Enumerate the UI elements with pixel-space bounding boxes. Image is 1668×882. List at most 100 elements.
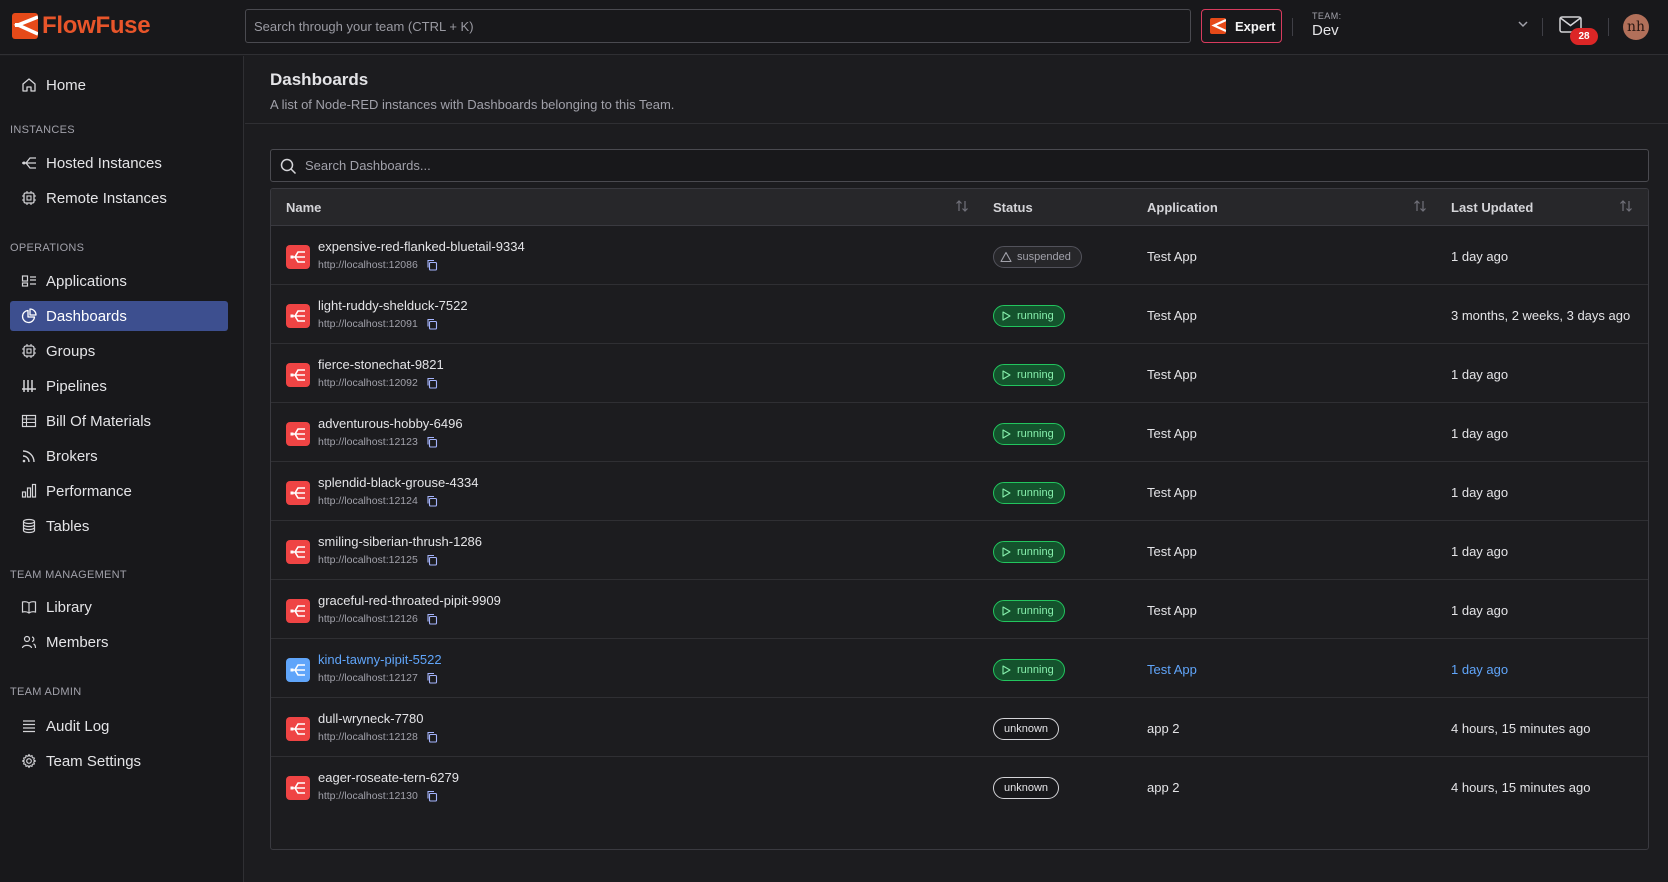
- sidebar-item-remote-instances[interactable]: Remote Instances: [10, 183, 228, 213]
- sort-icon[interactable]: [955, 199, 969, 213]
- application-name: Test App: [1147, 662, 1197, 677]
- copy-icon[interactable]: [426, 613, 438, 625]
- application-name: Test App: [1147, 485, 1197, 500]
- table-row[interactable]: kind-tawny-pipit-5522 http://localhost:1…: [271, 639, 1648, 698]
- table-row[interactable]: expensive-red-flanked-bluetail-9334 http…: [271, 226, 1648, 285]
- instance-name[interactable]: eager-roseate-tern-6279: [318, 770, 459, 785]
- instance-name[interactable]: dull-wryneck-7780: [318, 711, 424, 726]
- sidebar-item-applications[interactable]: Applications: [10, 266, 228, 296]
- instance-url[interactable]: http://localhost:12092: [318, 377, 418, 389]
- sidebar-item-pipelines[interactable]: Pipelines: [10, 371, 228, 401]
- header-divider: [1292, 18, 1293, 36]
- instance-name[interactable]: expensive-red-flanked-bluetail-9334: [318, 239, 525, 254]
- expert-button[interactable]: Expert: [1201, 9, 1282, 43]
- sidebar-item-members[interactable]: Members: [10, 627, 228, 657]
- instance-url[interactable]: http://localhost:12086: [318, 259, 418, 271]
- status-badge: running: [993, 305, 1065, 327]
- sidebar-item-label: Library: [46, 598, 92, 616]
- instance-icon: [286, 658, 310, 682]
- flowfuse-logo[interactable]: FlowFuse: [12, 12, 151, 39]
- table-row[interactable]: fierce-stonechat-9821 http://localhost:1…: [271, 344, 1648, 403]
- instance-name[interactable]: light-ruddy-shelduck-7522: [318, 298, 468, 313]
- table-header: Name Status Application Last Updated: [271, 189, 1648, 226]
- sidebar-item-home[interactable]: Home: [10, 70, 228, 100]
- user-avatar[interactable]: nh: [1623, 14, 1649, 40]
- instance-name[interactable]: fierce-stonechat-9821: [318, 357, 444, 372]
- copy-icon[interactable]: [426, 377, 438, 389]
- status-badge: running: [993, 659, 1065, 681]
- copy-icon[interactable]: [426, 318, 438, 330]
- sidebar-item-bill-of-materials[interactable]: Bill Of Materials: [10, 406, 228, 436]
- sidebar-item-dashboards[interactable]: Dashboards: [10, 301, 228, 331]
- instance-url[interactable]: http://localhost:12123: [318, 436, 418, 448]
- instance-url[interactable]: http://localhost:12130: [318, 790, 418, 802]
- instance-url[interactable]: http://localhost:12125: [318, 554, 418, 566]
- table-row[interactable]: graceful-red-throated-pipit-9909 http://…: [271, 580, 1648, 639]
- status-badge: running: [993, 423, 1065, 445]
- hosted-instances-icon: [22, 157, 36, 169]
- sidebar-item-brokers[interactable]: Brokers: [10, 441, 228, 471]
- team-search-input[interactable]: [245, 9, 1191, 43]
- copy-icon[interactable]: [426, 672, 438, 684]
- last-updated: 1 day ago: [1451, 485, 1509, 500]
- instance-url-wrap: http://localhost:12092: [318, 377, 438, 389]
- instance-url-wrap: http://localhost:12123: [318, 436, 438, 448]
- instance-name[interactable]: smiling-siberian-thrush-1286: [318, 534, 482, 549]
- instance-icon: [286, 304, 310, 328]
- instance-url-wrap: http://localhost:12125: [318, 554, 438, 566]
- play-icon: [1002, 606, 1011, 616]
- sidebar-item-groups[interactable]: Groups: [10, 336, 228, 366]
- application-name: app 2: [1147, 721, 1180, 736]
- last-updated: 4 hours, 15 minutes ago: [1451, 721, 1591, 736]
- status-text: unknown: [1004, 782, 1049, 794]
- copy-icon[interactable]: [426, 731, 438, 743]
- bar-chart-icon: [21, 483, 37, 498]
- instance-name[interactable]: kind-tawny-pipit-5522: [318, 652, 442, 667]
- table-row[interactable]: eager-roseate-tern-6279 http://localhost…: [271, 757, 1648, 816]
- instance-icon: [286, 540, 310, 564]
- application-name: Test App: [1147, 308, 1197, 323]
- column-header-last-updated[interactable]: Last Updated: [1451, 200, 1533, 215]
- table-row[interactable]: smiling-siberian-thrush-1286 http://loca…: [271, 521, 1648, 580]
- instance-name[interactable]: adventurous-hobby-6496: [318, 416, 463, 431]
- sidebar-item-team-settings[interactable]: Team Settings: [10, 746, 228, 776]
- sort-icon[interactable]: [1413, 199, 1427, 213]
- table-row[interactable]: splendid-black-grouse-4334 http://localh…: [271, 462, 1648, 521]
- sidebar-item-library[interactable]: Library: [10, 592, 228, 622]
- dashboards-search-input[interactable]: [305, 150, 1635, 181]
- dashboards-search[interactable]: [270, 149, 1649, 182]
- instance-url[interactable]: http://localhost:12126: [318, 613, 418, 625]
- status-badge: unknown: [993, 777, 1060, 799]
- table-row[interactable]: adventurous-hobby-6496 http://localhost:…: [271, 403, 1648, 462]
- copy-icon[interactable]: [426, 436, 438, 448]
- team-selector[interactable]: Dev: [1312, 22, 1339, 39]
- sidebar-item-performance[interactable]: Performance: [10, 476, 228, 506]
- instance-url[interactable]: http://localhost:12128: [318, 731, 418, 743]
- copy-icon[interactable]: [426, 259, 438, 271]
- instance-url[interactable]: http://localhost:12124: [318, 495, 418, 507]
- play-icon: [1002, 370, 1011, 380]
- copy-icon[interactable]: [426, 790, 438, 802]
- copy-icon[interactable]: [426, 495, 438, 507]
- sidebar-item-audit-log[interactable]: Audit Log: [10, 711, 228, 741]
- instance-name[interactable]: graceful-red-throated-pipit-9909: [318, 593, 501, 608]
- chevron-down-icon[interactable]: [1516, 17, 1530, 31]
- play-icon: [1002, 665, 1011, 675]
- instance-url[interactable]: http://localhost:12127: [318, 672, 418, 684]
- table-row[interactable]: dull-wryneck-7780 http://localhost:12128…: [271, 698, 1648, 757]
- sidebar-item-hosted-instances[interactable]: Hosted Instances: [10, 148, 228, 178]
- instance-icon: [286, 599, 310, 623]
- instance-name[interactable]: splendid-black-grouse-4334: [318, 475, 478, 490]
- status-text: running: [1017, 369, 1054, 381]
- notification-count-badge[interactable]: 28: [1570, 28, 1598, 45]
- table-row[interactable]: light-ruddy-shelduck-7522 http://localho…: [271, 285, 1648, 344]
- copy-icon[interactable]: [426, 554, 438, 566]
- column-header-name[interactable]: Name: [286, 200, 321, 215]
- play-icon: [1002, 311, 1011, 321]
- column-header-application[interactable]: Application: [1147, 200, 1218, 215]
- instance-url-wrap: http://localhost:12124: [318, 495, 438, 507]
- sidebar: Home INSTANCES Hosted Instances Remote I…: [0, 56, 244, 882]
- instance-url[interactable]: http://localhost:12091: [318, 318, 418, 330]
- sidebar-item-tables[interactable]: Tables: [10, 511, 228, 541]
- sort-icon[interactable]: [1619, 199, 1633, 213]
